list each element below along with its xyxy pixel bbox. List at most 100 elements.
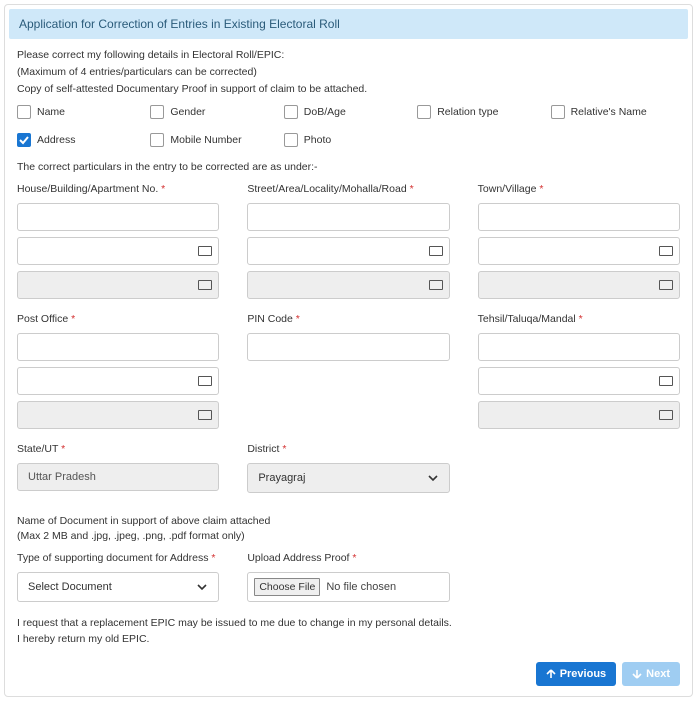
pin-label: PIN Code * (247, 313, 449, 325)
checkbox-label: DoB/Age (304, 106, 346, 118)
district-col: District * Prayagraj (247, 443, 449, 493)
checkbox-dob[interactable]: DoB/Age (284, 105, 413, 119)
checkbox-mobile[interactable]: Mobile Number (150, 133, 279, 147)
keyboard-icon (429, 280, 443, 290)
tehsil-input-2[interactable] (478, 367, 680, 395)
checkbox-address[interactable]: Address (17, 133, 146, 147)
district-select[interactable]: Prayagraj (247, 463, 449, 493)
checkbox-icon (284, 133, 298, 147)
town-col: Town/Village * (478, 183, 680, 299)
town-label: Town/Village * (478, 183, 680, 195)
checkbox-relation-type[interactable]: Relation type (417, 105, 546, 119)
doc-format-note: (Max 2 MB and .jpg, .jpeg, .png, .pdf fo… (17, 530, 680, 542)
intro-line-1: Please correct my following details in E… (17, 49, 680, 61)
checkbox-icon (150, 105, 164, 119)
keyboard-icon (198, 376, 212, 386)
state-col: State/UT * Uttar Pradesh (17, 443, 219, 493)
checkbox-icon (17, 105, 31, 119)
house-col: House/Building/Apartment No. * (17, 183, 219, 299)
postoffice-input[interactable] (17, 333, 219, 361)
checkbox-relative-name[interactable]: Relative's Name (551, 105, 680, 119)
checkbox-name[interactable]: Name (17, 105, 146, 119)
house-input-2[interactable] (17, 237, 219, 265)
choose-file-button[interactable]: Choose File (254, 578, 320, 596)
previous-label: Previous (560, 668, 606, 680)
subheading: The correct particulars in the entry to … (17, 161, 680, 173)
tehsil-label: Tehsil/Taluqa/Mandal * (478, 313, 680, 325)
correction-options: Name Gender DoB/Age Relation type Relati… (17, 105, 680, 147)
doc-row: Type of supporting document for Address … (17, 552, 680, 602)
doc-name-label: Name of Document in support of above cla… (17, 515, 680, 527)
checkbox-gender[interactable]: Gender (150, 105, 279, 119)
checkbox-label: Photo (304, 134, 331, 146)
town-input-2[interactable] (478, 237, 680, 265)
file-status-text: No file chosen (326, 581, 396, 593)
checkbox-icon (417, 105, 431, 119)
intro-line-2: (Maximum of 4 entries/particulars can be… (17, 66, 680, 78)
checkbox-label: Relation type (437, 106, 498, 118)
section-header: Application for Correction of Entries in… (9, 9, 688, 39)
postoffice-input-3 (17, 401, 219, 429)
checkbox-icon (284, 105, 298, 119)
document-section: Name of Document in support of above cla… (17, 515, 680, 602)
doc-type-select[interactable]: Select Document (17, 572, 219, 602)
button-row: Previous Next (17, 662, 680, 686)
declaration-block: I request that a replacement EPIC may be… (17, 616, 680, 648)
keyboard-icon (198, 246, 212, 256)
arrow-up-icon (546, 669, 556, 679)
doc-type-col: Type of supporting document for Address … (17, 552, 219, 602)
keyboard-icon (659, 280, 673, 290)
tehsil-input[interactable] (478, 333, 680, 361)
checkbox-label: Gender (170, 106, 205, 118)
next-button[interactable]: Next (622, 662, 680, 686)
chevron-down-icon (427, 472, 439, 484)
form-container: Application for Correction of Entries in… (4, 4, 693, 697)
street-input-3 (247, 271, 449, 299)
pin-input[interactable] (247, 333, 449, 361)
district-label: District * (247, 443, 449, 455)
town-input-3 (478, 271, 680, 299)
chevron-down-icon (196, 581, 208, 593)
keyboard-icon (659, 410, 673, 420)
doc-type-label: Type of supporting document for Address … (17, 552, 219, 564)
postoffice-input-2[interactable] (17, 367, 219, 395)
upload-label: Upload Address Proof * (247, 552, 449, 564)
arrow-down-icon (632, 669, 642, 679)
house-input[interactable] (17, 203, 219, 231)
intro-line-3: Copy of self-attested Documentary Proof … (17, 83, 680, 95)
declaration-line-2: I hereby return my old EPIC. (17, 632, 680, 648)
checkbox-icon (17, 133, 31, 147)
district-value: Prayagraj (258, 472, 305, 484)
town-input[interactable] (478, 203, 680, 231)
checkbox-label: Name (37, 106, 65, 118)
doc-type-value: Select Document (28, 581, 112, 593)
previous-button[interactable]: Previous (536, 662, 616, 686)
postoffice-col: Post Office * (17, 313, 219, 429)
street-label: Street/Area/Locality/Mohalla/Road * (247, 183, 449, 195)
upload-col: Upload Address Proof * Choose File No fi… (247, 552, 449, 602)
checkbox-label: Mobile Number (170, 134, 241, 146)
street-col: Street/Area/Locality/Mohalla/Road * (247, 183, 449, 299)
address-fields-2: Post Office * PIN Code * Tehsil/Taluqa/M… (17, 313, 680, 429)
empty-col (478, 443, 680, 493)
checkbox-icon (150, 133, 164, 147)
postoffice-label: Post Office * (17, 313, 219, 325)
address-fields-3: State/UT * Uttar Pradesh District * Pray… (17, 443, 680, 493)
tehsil-input-3 (478, 401, 680, 429)
declaration-line-1: I request that a replacement EPIC may be… (17, 616, 680, 632)
checkbox-photo[interactable]: Photo (284, 133, 413, 147)
keyboard-icon (198, 410, 212, 420)
checkbox-label: Address (37, 134, 76, 146)
keyboard-icon (198, 280, 212, 290)
file-input[interactable]: Choose File No file chosen (247, 572, 449, 602)
house-input-3 (17, 271, 219, 299)
empty-col-2 (478, 552, 680, 602)
keyboard-icon (429, 246, 443, 256)
checkbox-icon (551, 105, 565, 119)
street-input[interactable] (247, 203, 449, 231)
keyboard-icon (659, 376, 673, 386)
next-label: Next (646, 668, 670, 680)
street-input-2[interactable] (247, 237, 449, 265)
state-input: Uttar Pradesh (17, 463, 219, 491)
section-title: Application for Correction of Entries in… (19, 17, 340, 31)
